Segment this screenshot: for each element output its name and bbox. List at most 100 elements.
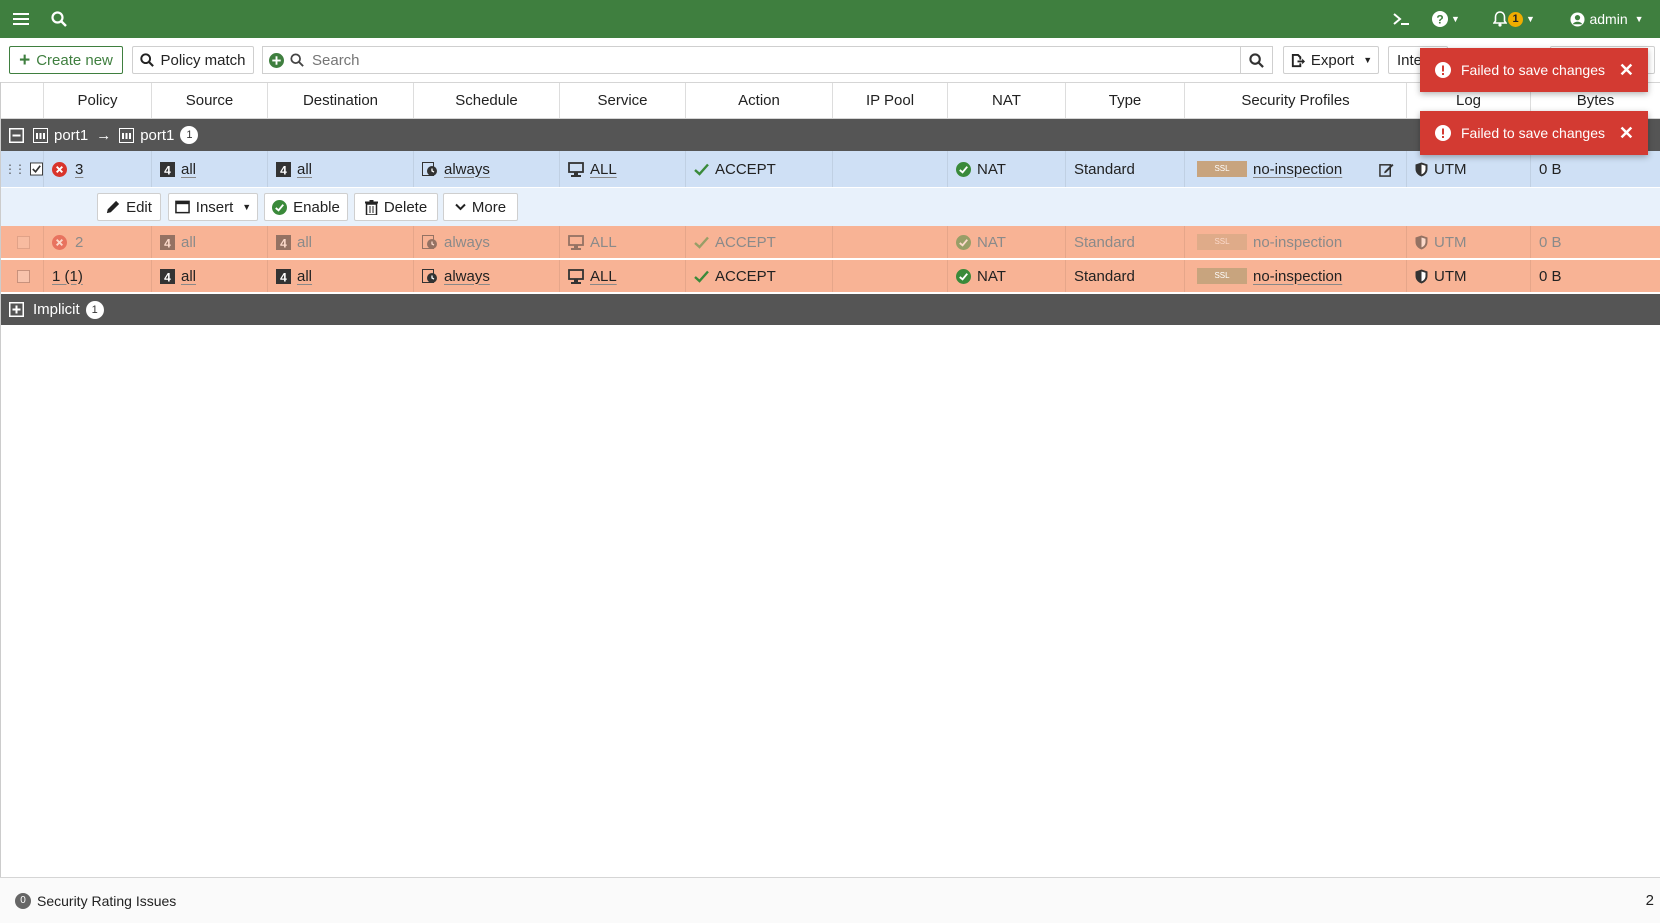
policy-id[interactable]: 1 (1) — [52, 268, 83, 285]
checkbox[interactable] — [17, 269, 30, 283]
notification-count-badge: 1 — [1508, 11, 1524, 27]
log-value: UTM — [1434, 160, 1467, 178]
collapse-icon[interactable] — [9, 127, 24, 143]
column-header-destination[interactable]: Destination — [267, 83, 413, 118]
type-value: Standard — [1074, 267, 1135, 285]
destination-value[interactable]: all — [297, 161, 312, 178]
table-row[interactable]: 1 (1) 4 all 4 all always ALL ACCEPT NAT … — [0, 260, 1660, 293]
type-value: Standard — [1074, 160, 1135, 178]
enable-button[interactable]: Enable — [264, 193, 348, 221]
ssl-inspection-badge: SSL — [1197, 268, 1247, 284]
bytes-value: 0 B — [1539, 267, 1562, 285]
shield-icon — [1415, 235, 1428, 249]
enabled-check-icon — [272, 199, 288, 215]
schedule-value[interactable]: always — [444, 161, 490, 178]
cli-console-icon[interactable] — [1388, 0, 1414, 38]
bytes-value: 0 B — [1539, 233, 1562, 251]
user-menu[interactable]: admin ▼ — [1566, 0, 1648, 38]
search-input[interactable] — [310, 50, 1240, 70]
search-submit-button[interactable] — [1241, 46, 1273, 74]
help-menu[interactable]: ? ▼ — [1428, 0, 1464, 38]
more-button[interactable]: More — [443, 193, 518, 221]
security-profile-value[interactable]: no-inspection — [1253, 161, 1342, 178]
security-rating-label: Security Rating Issues — [37, 892, 177, 909]
add-filter-icon[interactable] — [269, 52, 284, 68]
column-header-type[interactable]: Type — [1065, 83, 1184, 118]
svg-text:4: 4 — [280, 236, 287, 250]
insert-button[interactable]: Insert ▼ — [168, 193, 258, 221]
destination-value[interactable]: all — [297, 268, 312, 285]
destination-interface-label: port1 — [140, 126, 175, 144]
svg-text:4: 4 — [164, 270, 171, 284]
checkbox-checked[interactable] — [30, 162, 43, 176]
security-rating-count-badge: 0 — [15, 892, 31, 909]
service-icon — [568, 234, 584, 250]
column-header-action[interactable]: Action — [685, 83, 832, 118]
network-port-icon — [33, 127, 48, 143]
policy-id[interactable]: 2 — [75, 234, 83, 251]
export-label: Export — [1310, 51, 1355, 69]
source-value[interactable]: all — [181, 161, 196, 178]
edit-icon[interactable] — [1379, 162, 1394, 177]
toast-message: Failed to save changes — [1461, 125, 1605, 141]
source-value[interactable]: all — [181, 234, 196, 251]
search-icon[interactable] — [46, 0, 72, 38]
create-new-button[interactable]: + Create new — [9, 46, 123, 74]
table-row[interactable]: ⋮⋮ 3 4 all 4 all always ALL ACCEPT NAT S… — [0, 151, 1660, 188]
user-name: admin — [1589, 11, 1628, 27]
export-button[interactable]: Export ▼ — [1283, 46, 1379, 74]
top-navigation-bar: ? ▼ 1 ▼ admin ▼ — [0, 0, 1660, 38]
interface-pair-group-row[interactable]: port1 → port1 1 — [0, 119, 1660, 151]
hamburger-menu-icon[interactable] — [8, 0, 34, 38]
address-icon: 4 — [276, 161, 291, 177]
bytes-value: 0 B — [1539, 160, 1562, 178]
shield-icon — [1415, 162, 1428, 176]
column-header-ip-pool[interactable]: IP Pool — [832, 83, 947, 118]
delete-button[interactable]: Delete — [354, 193, 438, 221]
exclamation-icon — [1435, 125, 1451, 141]
close-icon[interactable]: ✕ — [1619, 60, 1634, 81]
expand-icon[interactable] — [9, 302, 24, 317]
create-new-label: Create new — [36, 51, 113, 69]
column-label: NAT — [992, 92, 1021, 109]
service-value[interactable]: ALL — [590, 161, 617, 178]
security-rating-issues-link[interactable]: 0 Security Rating Issues — [15, 892, 177, 909]
edit-button[interactable]: Edit — [97, 193, 161, 221]
enabled-check-icon — [956, 234, 971, 250]
column-header-policy[interactable]: Policy — [43, 83, 151, 118]
checkbox[interactable] — [17, 235, 30, 249]
column-header-source[interactable]: Source — [151, 83, 267, 118]
close-icon[interactable]: ✕ — [1619, 123, 1634, 144]
bell-icon — [1493, 11, 1508, 27]
policy-match-button[interactable]: Policy match — [132, 46, 254, 74]
source-value[interactable]: all — [181, 268, 196, 285]
service-value[interactable]: ALL — [590, 234, 617, 251]
column-header-schedule[interactable]: Schedule — [413, 83, 559, 118]
notifications-menu[interactable]: 1 ▼ — [1488, 0, 1540, 38]
schedule-icon — [422, 161, 437, 176]
column-label: IP Pool — [865, 92, 915, 109]
row-action-bar: Edit Insert ▼ Enable Delete More — [0, 188, 1660, 226]
delete-label: Delete — [383, 198, 428, 216]
column-header-security-profiles[interactable]: Security Profiles — [1184, 83, 1406, 118]
security-profile-value[interactable]: no-inspection — [1253, 268, 1342, 285]
policy-id[interactable]: 3 — [75, 161, 83, 178]
shield-icon — [1415, 269, 1428, 283]
column-header-service[interactable]: Service — [559, 83, 685, 118]
table-row[interactable]: 2 4 all 4 all always ALL ACCEPT NAT Stan… — [0, 226, 1660, 259]
ssl-inspection-badge: SSL — [1197, 161, 1247, 177]
nat-value: NAT — [977, 267, 1006, 285]
destination-value[interactable]: all — [297, 234, 312, 251]
column-label: Action — [738, 92, 780, 109]
chevron-down-icon: ▼ — [1526, 14, 1535, 24]
schedule-value[interactable]: always — [444, 268, 490, 285]
security-profile-value[interactable]: no-inspection — [1253, 234, 1342, 251]
enabled-check-icon — [956, 268, 971, 284]
error-toast: Failed to save changes ✕ — [1420, 111, 1648, 155]
drag-handle-icon[interactable]: ⋮⋮ — [4, 162, 26, 176]
column-label: Bytes — [1576, 92, 1615, 109]
service-value[interactable]: ALL — [590, 268, 617, 285]
schedule-value[interactable]: always — [444, 234, 490, 251]
implicit-group-row[interactable]: Implicit 1 — [0, 294, 1660, 325]
column-header-nat[interactable]: NAT — [947, 83, 1065, 118]
